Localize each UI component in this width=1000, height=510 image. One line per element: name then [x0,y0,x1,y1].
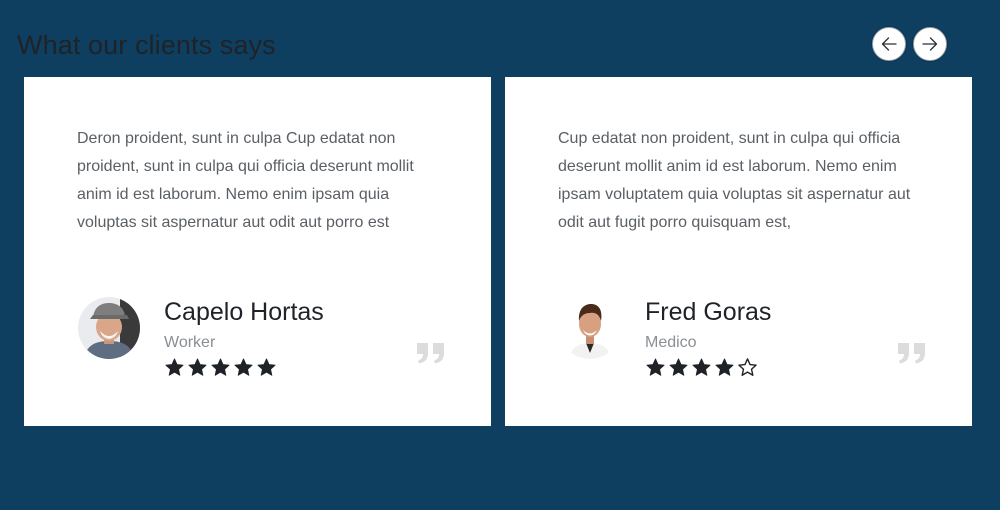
star-filled-icon [257,358,276,376]
star-rating [164,357,277,378]
quote-icon [417,343,444,364]
avatar [78,297,140,359]
avatar [559,297,621,359]
testimonial-card: Deron proident, sunt in culpa Cup edatat… [24,77,491,426]
arrow-right-icon [922,37,938,51]
star-filled-icon [165,358,184,376]
testimonial-text: Deron proident, sunt in culpa Cup edatat… [77,130,414,231]
next-button[interactable] [913,27,947,61]
star-filled-icon [646,358,665,376]
star-filled-icon [669,358,688,376]
star-filled-icon [715,358,734,376]
previous-button[interactable] [872,27,906,61]
section-title: What our clients says [17,30,276,60]
arrow-left-icon [881,37,897,51]
star-filled-icon [188,358,207,376]
author-name: Capelo Hortas [164,298,324,326]
testimonial-card: Cup edatat non proident, sunt in culpa q… [505,77,972,426]
author-role: Medico [645,334,697,351]
star-filled-icon [234,358,253,376]
star-filled-icon [692,358,711,376]
star-filled-icon [211,358,230,376]
star-rating [645,357,758,378]
quote-icon [898,343,925,364]
testimonial-text: Cup edatat non proident, sunt in culpa q… [558,130,911,231]
author-role: Worker [164,334,216,351]
star-empty-icon [738,358,757,376]
author-name: Fred Goras [645,298,772,326]
